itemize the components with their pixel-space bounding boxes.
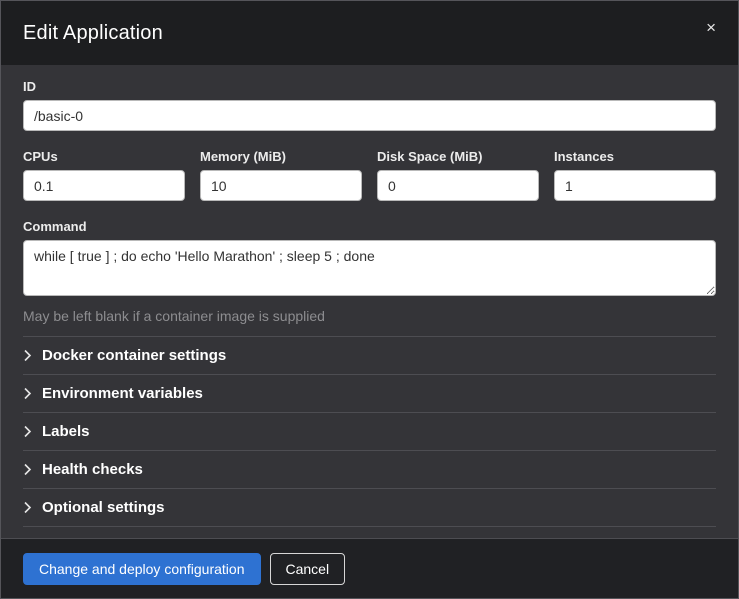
disk-input[interactable] [377,170,539,201]
disk-field-group: Disk Space (MiB) [377,149,539,201]
section-environment-variables[interactable]: Environment variables [23,375,716,413]
cancel-button[interactable]: Cancel [270,553,346,585]
chevron-right-icon [23,463,32,476]
memory-label: Memory (MiB) [200,149,362,164]
id-field-group: ID [23,79,716,131]
section-optional-settings[interactable]: Optional settings [23,489,716,527]
chevron-right-icon [23,349,32,362]
id-input[interactable] [23,100,716,131]
section-label: Environment variables [42,385,203,402]
command-label: Command [23,219,716,234]
section-label: Optional settings [42,499,165,516]
section-label: Docker container settings [42,347,226,364]
cpus-input[interactable] [23,170,185,201]
section-health-checks[interactable]: Health checks [23,451,716,489]
id-label: ID [23,79,716,94]
change-and-deploy-button[interactable]: Change and deploy configuration [23,553,261,585]
resources-row: CPUs Memory (MiB) Disk Space (MiB) Insta… [23,149,716,201]
instances-label: Instances [554,149,716,164]
modal-body: ID CPUs Memory (MiB) Disk Space (MiB) In… [1,65,738,538]
cpus-field-group: CPUs [23,149,185,201]
command-textarea[interactable]: while [ true ] ; do echo 'Hello Marathon… [23,240,716,296]
instances-input[interactable] [554,170,716,201]
cpus-label: CPUs [23,149,185,164]
command-field-group: Command while [ true ] ; do echo 'Hello … [23,219,716,324]
chevron-right-icon [23,501,32,514]
chevron-right-icon [23,387,32,400]
close-icon[interactable]: × [706,19,716,36]
disk-label: Disk Space (MiB) [377,149,539,164]
chevron-right-icon [23,425,32,438]
modal-footer: Change and deploy configuration Cancel [1,538,738,598]
command-help-text: May be left blank if a container image i… [23,308,716,324]
edit-application-modal: Edit Application × ID CPUs Memory (MiB) … [0,0,739,599]
memory-field-group: Memory (MiB) [200,149,362,201]
section-docker-container-settings[interactable]: Docker container settings [23,337,716,375]
section-labels[interactable]: Labels [23,413,716,451]
modal-header: Edit Application × [1,1,738,65]
page-title: Edit Application [23,22,163,45]
instances-field-group: Instances [554,149,716,201]
accordion-sections: Docker container settings Environment va… [23,336,716,527]
memory-input[interactable] [200,170,362,201]
section-label: Labels [42,423,90,440]
section-label: Health checks [42,461,143,478]
